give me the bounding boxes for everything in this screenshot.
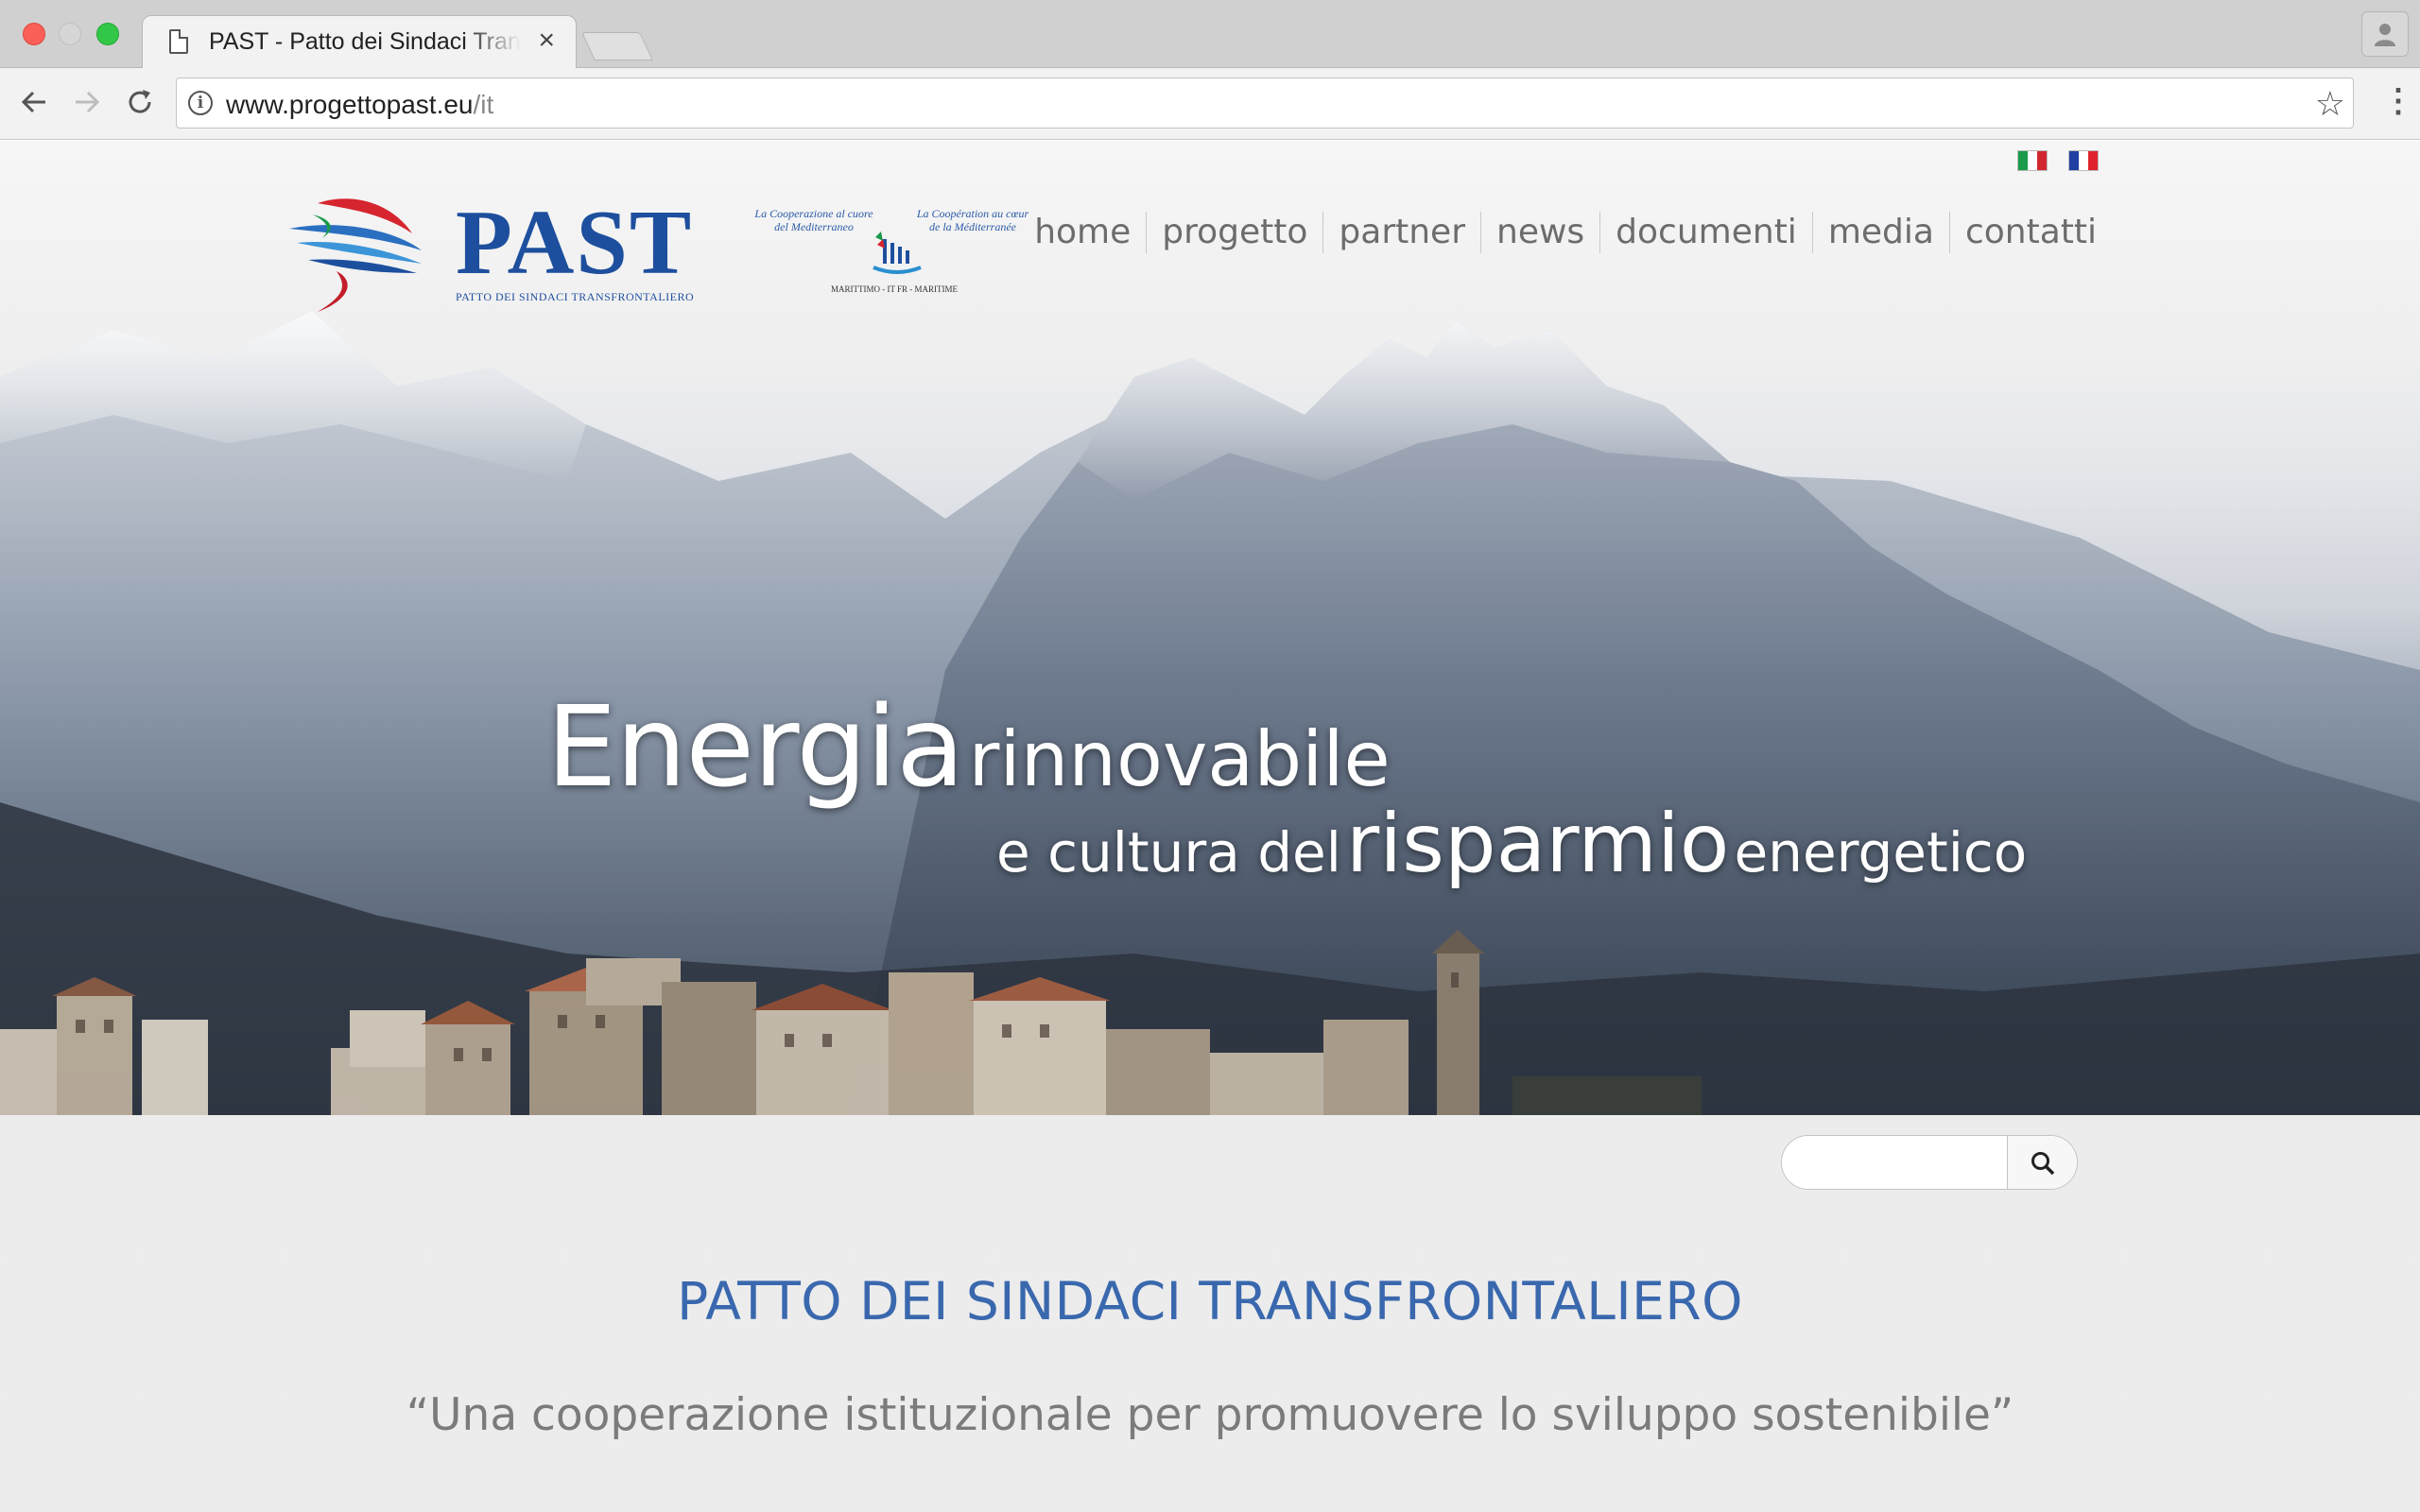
web-page: PAST PATTO DEI SINDACI TRANSFRONTALIERO … bbox=[0, 141, 2420, 1512]
info-icon[interactable]: i bbox=[188, 91, 213, 115]
menu-media[interactable]: media bbox=[1813, 209, 1949, 256]
address-bar[interactable]: i www.progettopast.eu/it ☆ bbox=[176, 77, 2354, 129]
flag-it-icon[interactable] bbox=[2017, 150, 2048, 171]
close-window-button[interactable] bbox=[23, 23, 45, 45]
tagline-energetico: energetico bbox=[1734, 820, 2028, 885]
tab-title: PAST - Patto dei Sindaci Transfrontalier… bbox=[209, 28, 521, 55]
new-tab-button[interactable] bbox=[581, 32, 653, 60]
menu-contatti[interactable]: contatti bbox=[1950, 209, 2097, 256]
flag-fr-icon[interactable] bbox=[2068, 150, 2099, 171]
interreg-marittimo-logo[interactable]: La Cooperazione al cuore del Mediterrane… bbox=[752, 207, 1046, 311]
language-switcher bbox=[2017, 150, 2099, 171]
arrow-right-icon bbox=[76, 91, 100, 113]
bookmark-star-icon[interactable]: ☆ bbox=[2315, 84, 2345, 124]
reload-button[interactable] bbox=[117, 79, 163, 125]
main-menu: home progetto partner news documenti med… bbox=[1019, 209, 2097, 256]
menu-home[interactable]: home bbox=[1019, 209, 1146, 256]
browser-toolbar: i www.progettopast.eu/it ☆ ⋮ bbox=[0, 68, 2420, 140]
back-button[interactable] bbox=[11, 79, 57, 125]
logo-wordmark: PAST bbox=[456, 192, 694, 294]
user-icon bbox=[2375, 24, 2395, 46]
past-logo[interactable]: PAST PATTO DEI SINDACI TRANSFRONTALIERO bbox=[280, 186, 715, 318]
browser-menu-icon[interactable]: ⋮ bbox=[2382, 77, 2414, 125]
tab-close-icon[interactable]: × bbox=[538, 26, 555, 56]
browser-tab[interactable]: PAST - Patto dei Sindaci Transfrontalier… bbox=[142, 15, 577, 69]
hero-banner: PAST PATTO DEI SINDACI TRANSFRONTALIERO … bbox=[0, 141, 2420, 1115]
page-icon bbox=[169, 29, 188, 54]
url-path: /it bbox=[473, 90, 494, 119]
browser-tab-bar: PAST - Patto dei Sindaci Transfrontalier… bbox=[0, 0, 2420, 69]
url-text: www.progettopast.eu/it bbox=[226, 90, 493, 120]
tagline-risparmio: risparmio bbox=[1345, 797, 1730, 891]
hero-tagline-line2: e cultura del risparmio energetico bbox=[996, 797, 2027, 891]
search-box bbox=[1781, 1135, 2078, 1190]
url-host: www.progettopast.eu bbox=[226, 90, 474, 119]
marittimo-emblem-icon bbox=[873, 232, 922, 274]
hero-tagline-line1: Energia rinnovabile bbox=[546, 681, 1391, 812]
minimize-window-button[interactable] bbox=[59, 23, 81, 45]
search-button[interactable] bbox=[2007, 1136, 2077, 1189]
partner-text-it: La Cooperazione al cuore del Mediterrane… bbox=[754, 207, 873, 233]
arrow-left-icon bbox=[21, 91, 45, 113]
intro-section: PATTO DEI SINDACI TRANSFRONTALIERO “Una … bbox=[0, 1115, 2420, 1512]
past-swoosh-icon bbox=[289, 198, 422, 312]
reload-icon bbox=[129, 90, 151, 113]
logo-subtitle: PATTO DEI SINDACI TRANSFRONTALIERO bbox=[456, 290, 695, 303]
search-icon bbox=[2031, 1152, 2055, 1176]
partner-caption: MARITTIMO - IT FR - MARITIME bbox=[830, 284, 959, 294]
tagline-rinnovabile: rinnovabile bbox=[968, 715, 1391, 803]
search-input[interactable] bbox=[1782, 1136, 2009, 1189]
menu-documenti[interactable]: documenti bbox=[1600, 209, 1812, 256]
menu-partner[interactable]: partner bbox=[1323, 209, 1480, 256]
tagline-energia: Energia bbox=[546, 681, 964, 812]
page-subtitle: “Una cooperazione istituzionale per prom… bbox=[406, 1389, 2014, 1441]
profile-button[interactable] bbox=[2361, 11, 2409, 57]
tagline-e-cultura-del: e cultura del bbox=[996, 820, 1341, 885]
maximize-window-button[interactable] bbox=[96, 23, 119, 45]
menu-news[interactable]: news bbox=[1481, 209, 1599, 256]
forward-button[interactable] bbox=[64, 79, 110, 125]
menu-progetto[interactable]: progetto bbox=[1147, 209, 1322, 256]
page-title: PATTO DEI SINDACI TRANSFRONTALIERO bbox=[677, 1271, 1743, 1332]
